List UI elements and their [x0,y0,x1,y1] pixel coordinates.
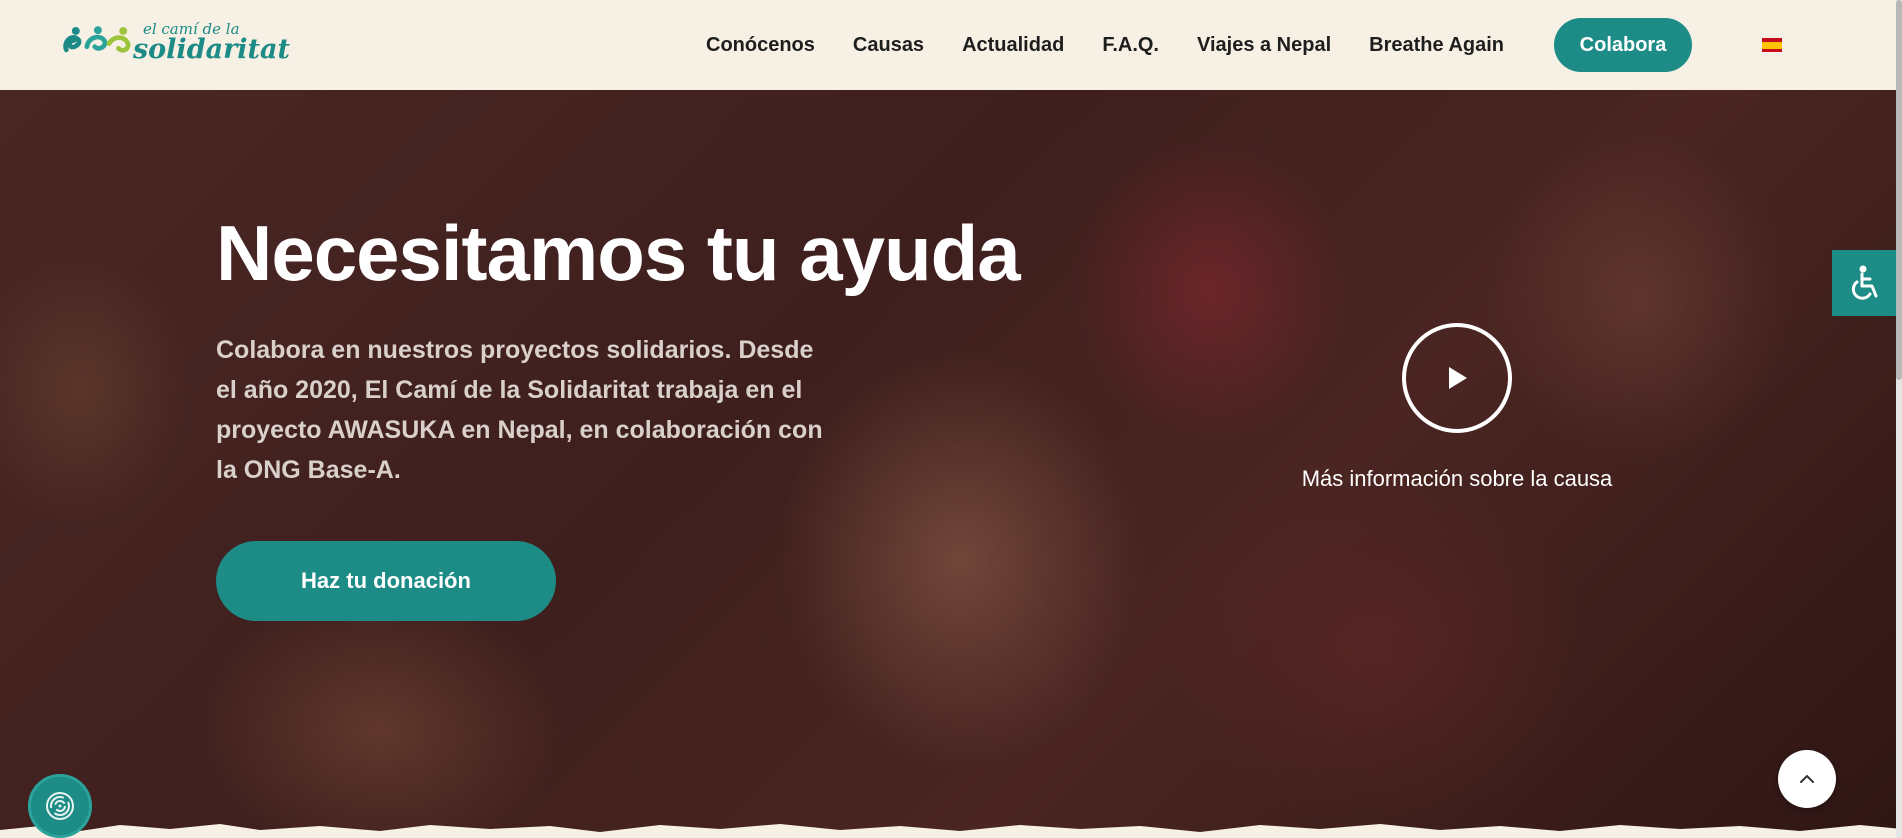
nav-faq[interactable]: F.A.Q. [1102,34,1159,57]
torn-paper-divider [0,824,1902,838]
nav-actualidad[interactable]: Actualidad [962,34,1064,57]
spain-flag-icon[interactable] [1762,38,1782,52]
accessibility-button[interactable] [1832,250,1898,316]
logo-figures-icon [63,26,131,53]
nav-breathe-again[interactable]: Breathe Again [1369,34,1504,57]
scroll-to-top-button[interactable] [1778,750,1836,808]
nav-causas[interactable]: Causas [853,34,924,57]
logo-line2: solidaritat [132,33,290,65]
logo-wordmark: el camí de la solidaritat [132,21,290,65]
site-header: el camí de la solidaritat Conócenos Caus… [0,0,1902,90]
scrollbar-thumb[interactable] [1896,0,1902,380]
hero-section: Necesitamos tu ayuda Colabora en nuestro… [0,90,1902,838]
cookie-settings-button[interactable] [28,774,92,838]
chevron-up-icon [1800,775,1814,783]
page-scrollbar[interactable] [1896,0,1902,838]
main-nav: Conócenos Causas Actualidad F.A.Q. Viaje… [706,0,1542,90]
nav-viajes-nepal[interactable]: Viajes a Nepal [1197,34,1331,57]
hero-title: Necesitamos tu ayuda [216,209,1021,297]
donate-button[interactable]: Haz tu donación [216,541,556,621]
hero-description: Colabora en nuestros proyectos solidario… [216,336,823,484]
nav-conocenos[interactable]: Conócenos [706,34,815,57]
fingerprint-icon [46,792,74,820]
more-info-link[interactable]: Más información sobre la causa [1290,466,1624,492]
site-logo[interactable]: el camí de la solidaritat [60,18,290,66]
play-icon [1449,367,1467,389]
wheelchair-icon [1851,265,1878,300]
play-video-button[interactable] [1402,323,1512,433]
colabora-button[interactable]: Colabora [1554,18,1692,72]
